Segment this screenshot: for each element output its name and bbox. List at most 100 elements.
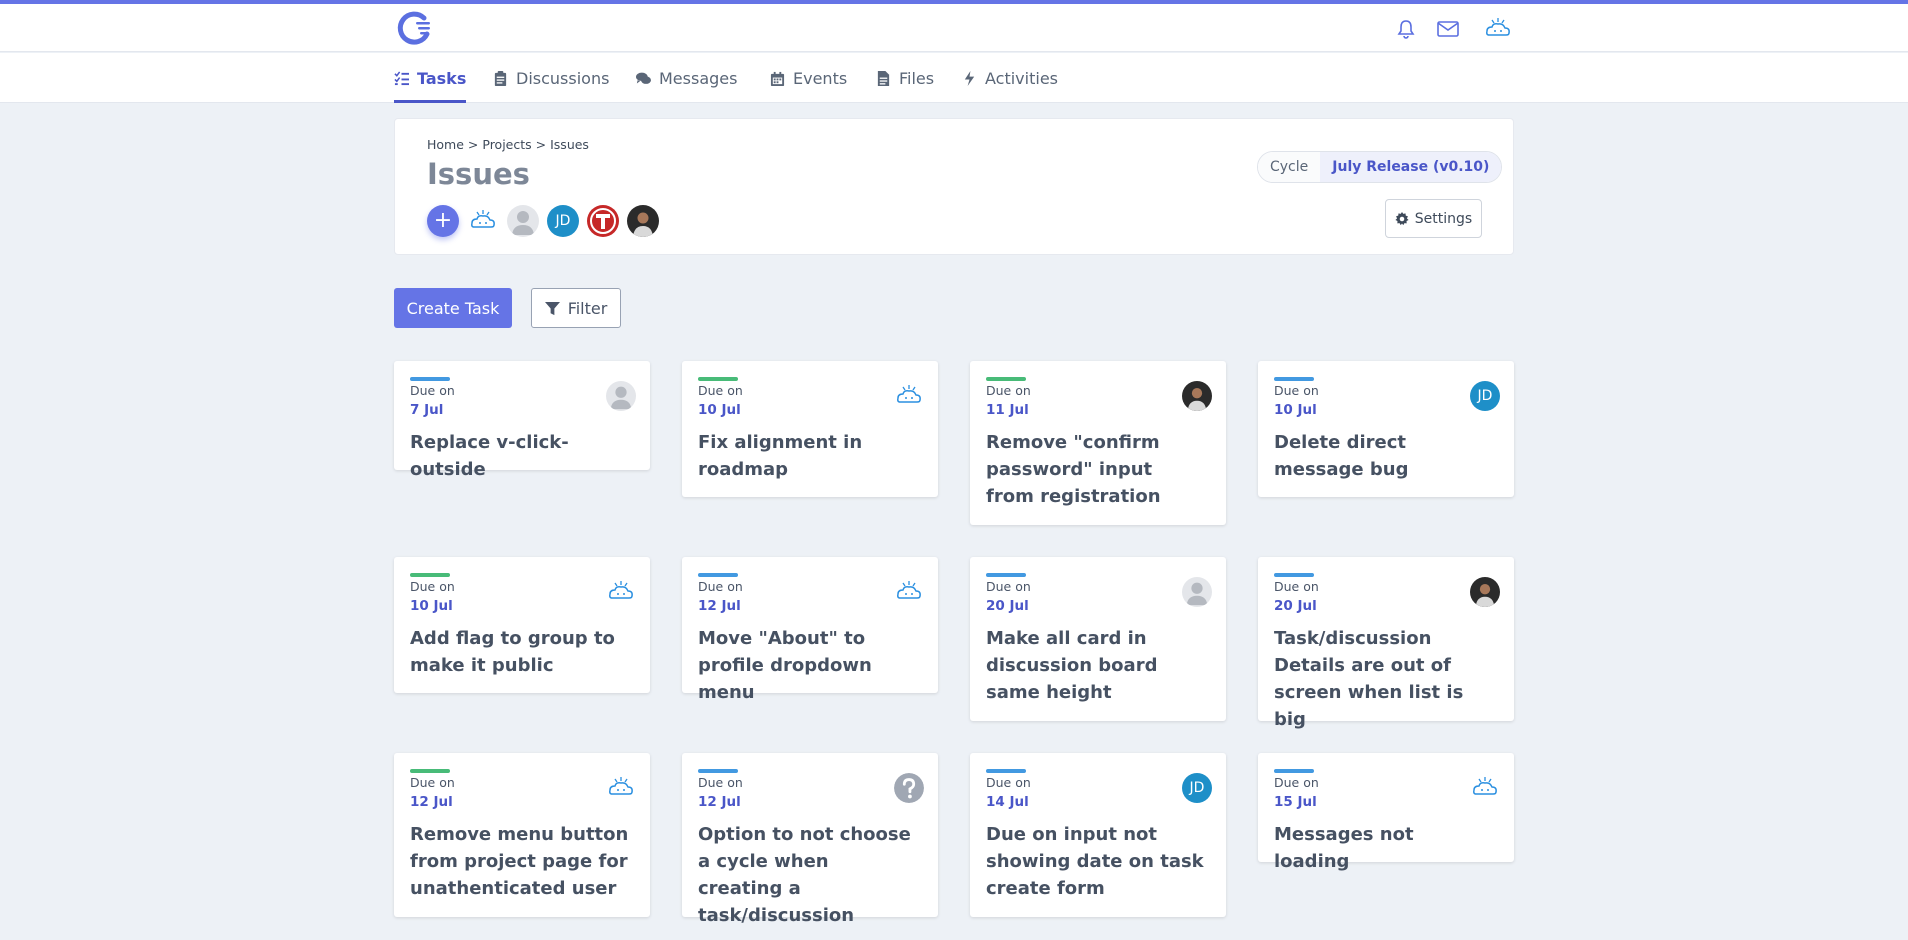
task-card[interactable]: Due on 10 Jul Fix alignment in roadmap [682,361,938,497]
gear-icon [1395,211,1409,225]
task-assignee-avatar[interactable]: JD [1182,773,1212,803]
tab-nav: Tasks Discussions Messages Events Files … [0,53,1908,103]
task-card[interactable]: Due on 14 Jul Due on input not showing dat… [970,753,1226,917]
task-status-bar [986,377,1026,381]
task-due-label: Due on [698,775,743,790]
cycle-label: Cycle [1258,152,1321,182]
tab-events-label: Events [793,68,848,88]
filter-icon [544,301,560,315]
task-due-label: Due on [698,579,743,594]
task-assignee-avatar[interactable] [894,577,924,607]
task-title: Option to not choose a cycle when creati… [698,824,911,926]
task-card[interactable]: Due on 11 Jul Remove "confirm password" in… [970,361,1226,525]
add-member-button[interactable]: + [427,205,459,237]
tasks-icon [394,70,409,85]
comments-icon [636,72,651,84]
tab-files-label: Files [899,68,935,88]
member-avatar-dark[interactable] [627,205,659,237]
cycle-value[interactable]: July Release (v0.10) [1320,152,1502,182]
tab-events[interactable]: Events [770,53,847,103]
task-status-bar [698,573,738,577]
task-due-label: Due on [698,383,743,398]
task-due-label: Due on [986,775,1031,790]
task-assignee-avatar[interactable]: JD [1470,381,1500,411]
task-status-bar [410,769,450,773]
settings-button[interactable]: Settings [1385,199,1482,238]
tab-discussions-label: Discussions [516,68,610,88]
task-assignee-avatar[interactable] [894,773,924,803]
task-card[interactable]: Due on 7 Jul Replace v-click-outside [394,361,650,480]
task-assignee-avatar[interactable] [606,577,636,607]
task-title: Delete direct message bug [1274,432,1409,480]
top-bar [0,4,1908,52]
tab-activities[interactable]: Activities [962,53,1058,103]
breadcrumb-separator: > [467,137,479,152]
task-assignee-avatar[interactable] [1470,773,1500,803]
task-assignee-avatar[interactable] [1182,577,1212,607]
task-due-date: 11 Jul [986,402,1029,418]
task-due-label: Due on [410,383,455,398]
task-status-bar [1274,377,1314,381]
task-due-date: 12 Jul [698,598,741,614]
task-due-label: Due on [1274,579,1319,594]
filter-label: Filter [567,298,608,318]
task-due-label: Due on [986,383,1031,398]
task-due-label: Due on [986,579,1031,594]
task-title: Move "About" to profile dropdown menu [698,628,872,703]
clipboard-icon [494,70,507,86]
task-card[interactable]: Due on 10 Jul Add flag to group to make it… [394,557,650,693]
tab-tasks-label: Tasks [417,68,467,88]
task-card[interactable]: Due on 10 Jul Delete direct message bug JD [1258,361,1514,497]
task-title: Task/discussion Details are out of scree… [1274,628,1464,730]
task-card[interactable]: Due on 12 Jul Move "About" to profile drop… [682,557,938,703]
breadcrumb-home[interactable]: Home [427,137,464,152]
file-icon [877,70,890,86]
task-due-date: 10 Jul [1274,402,1317,418]
task-due-date: 15 Jul [1274,794,1317,810]
tab-messages[interactable]: Messages [636,53,737,103]
member-avatar-red[interactable] [587,205,619,237]
tab-messages-label: Messages [659,68,738,88]
filter-button[interactable]: Filter [531,288,621,328]
task-status-bar [410,573,450,577]
task-due-label: Due on [1274,383,1319,398]
tab-activities-label: Activities [985,68,1058,88]
tab-tasks[interactable]: Tasks [394,53,467,103]
create-task-button[interactable]: Create Task [394,288,512,328]
task-due-date: 10 Jul [410,598,453,614]
task-due-date: 14 Jul [986,794,1029,810]
breadcrumb-current: Issues [550,137,589,152]
task-due-label: Due on [410,775,455,790]
member-list: + JD [427,205,659,237]
tab-files[interactable]: Files [876,53,934,103]
task-assignee-avatar[interactable] [606,773,636,803]
task-card[interactable]: Due on 12 Jul Remove menu button from proj… [394,753,650,917]
task-status-bar [1274,573,1314,577]
member-avatar-default[interactable] [507,205,539,237]
user-avatar[interactable] [1483,16,1513,42]
task-due-date: 7 Jul [410,402,444,418]
task-card[interactable]: Due on 15 Jul Messages not loading [1258,753,1514,872]
cycle-selector[interactable]: Cycle July Release (v0.10) [1257,151,1503,183]
task-assignee-avatar[interactable] [1470,577,1500,607]
envelope-icon[interactable] [1435,16,1461,42]
task-title: Add flag to group to make it public [410,628,615,676]
breadcrumb-separator: > [535,137,547,152]
task-assignee-avatar[interactable] [894,381,924,411]
breadcrumb-projects[interactable]: Projects [482,137,531,152]
task-title: Replace v-click-outside [410,432,569,480]
task-due-date: 20 Jul [1274,598,1317,614]
member-avatar-jd[interactable]: JD [547,205,579,237]
task-title: Messages not loading [1274,824,1414,872]
task-card[interactable]: Due on 12 Jul Option to not choose a cycle… [682,753,938,926]
task-assignee-avatar[interactable] [606,381,636,411]
member-avatar-cloud[interactable] [467,205,499,237]
task-card[interactable]: Due on 20 Jul Task/discussion Details are … [1258,557,1514,730]
bell-icon[interactable] [1393,16,1419,42]
tab-discussions[interactable]: Discussions [493,53,609,103]
task-card[interactable]: Due on 20 Jul Make all card in discussion … [970,557,1226,721]
app-logo[interactable] [394,10,434,48]
task-title: Remove menu button from project page for… [410,824,629,899]
task-due-label: Due on [410,579,455,594]
task-assignee-avatar[interactable] [1182,381,1212,411]
